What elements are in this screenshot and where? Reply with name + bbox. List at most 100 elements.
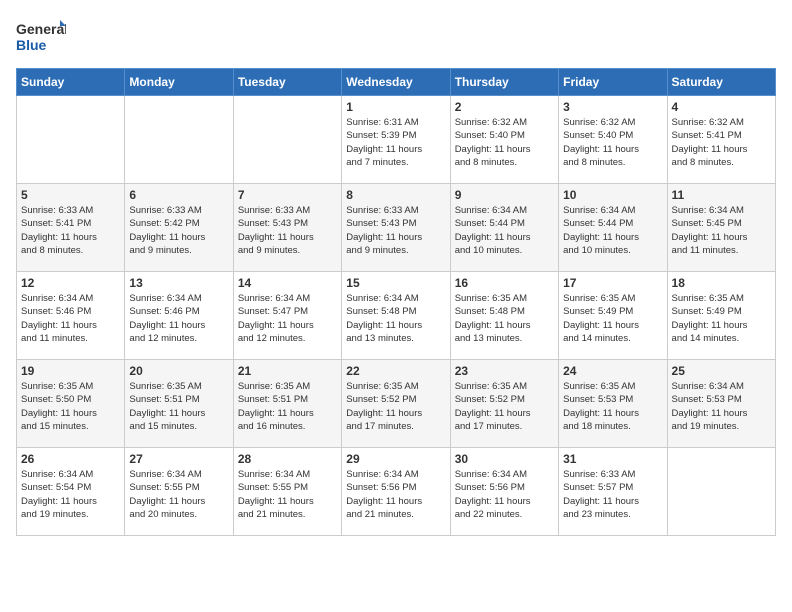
calendar-cell: 29 Sunrise: 6:34 AM Sunset: 5:56 PM Dayli… xyxy=(342,448,450,536)
day-number: 30 xyxy=(455,452,554,466)
day-info: Sunrise: 6:35 AM Sunset: 5:49 PM Dayligh… xyxy=(563,292,662,345)
calendar-cell: 14 Sunrise: 6:34 AM Sunset: 5:47 PM Dayli… xyxy=(233,272,341,360)
day-info: Sunrise: 6:34 AM Sunset: 5:47 PM Dayligh… xyxy=(238,292,337,345)
day-number: 9 xyxy=(455,188,554,202)
calendar-cell: 16 Sunrise: 6:35 AM Sunset: 5:48 PM Dayli… xyxy=(450,272,558,360)
day-number: 2 xyxy=(455,100,554,114)
day-number: 12 xyxy=(21,276,120,290)
calendar-cell: 20 Sunrise: 6:35 AM Sunset: 5:51 PM Dayli… xyxy=(125,360,233,448)
day-number: 31 xyxy=(563,452,662,466)
weekday-header-wednesday: Wednesday xyxy=(342,69,450,96)
calendar-cell: 13 Sunrise: 6:34 AM Sunset: 5:46 PM Dayli… xyxy=(125,272,233,360)
calendar-week-row: 12 Sunrise: 6:34 AM Sunset: 5:46 PM Dayli… xyxy=(17,272,776,360)
calendar-cell: 28 Sunrise: 6:34 AM Sunset: 5:55 PM Dayli… xyxy=(233,448,341,536)
calendar-cell: 7 Sunrise: 6:33 AM Sunset: 5:43 PM Daylig… xyxy=(233,184,341,272)
calendar-cell: 22 Sunrise: 6:35 AM Sunset: 5:52 PM Dayli… xyxy=(342,360,450,448)
day-number: 21 xyxy=(238,364,337,378)
day-number: 5 xyxy=(21,188,120,202)
day-number: 16 xyxy=(455,276,554,290)
weekday-header-row: SundayMondayTuesdayWednesdayThursdayFrid… xyxy=(17,69,776,96)
day-number: 13 xyxy=(129,276,228,290)
weekday-header-sunday: Sunday xyxy=(17,69,125,96)
calendar-cell: 30 Sunrise: 6:34 AM Sunset: 5:56 PM Dayli… xyxy=(450,448,558,536)
day-info: Sunrise: 6:31 AM Sunset: 5:39 PM Dayligh… xyxy=(346,116,445,169)
day-info: Sunrise: 6:35 AM Sunset: 5:51 PM Dayligh… xyxy=(129,380,228,433)
day-number: 8 xyxy=(346,188,445,202)
day-number: 24 xyxy=(563,364,662,378)
calendar-week-row: 5 Sunrise: 6:33 AM Sunset: 5:41 PM Daylig… xyxy=(17,184,776,272)
day-info: Sunrise: 6:32 AM Sunset: 5:41 PM Dayligh… xyxy=(672,116,771,169)
day-info: Sunrise: 6:35 AM Sunset: 5:50 PM Dayligh… xyxy=(21,380,120,433)
day-number: 17 xyxy=(563,276,662,290)
day-number: 4 xyxy=(672,100,771,114)
day-info: Sunrise: 6:32 AM Sunset: 5:40 PM Dayligh… xyxy=(455,116,554,169)
calendar-cell: 9 Sunrise: 6:34 AM Sunset: 5:44 PM Daylig… xyxy=(450,184,558,272)
calendar-cell xyxy=(125,96,233,184)
day-number: 14 xyxy=(238,276,337,290)
day-number: 3 xyxy=(563,100,662,114)
svg-text:Blue: Blue xyxy=(16,37,47,53)
day-info: Sunrise: 6:35 AM Sunset: 5:52 PM Dayligh… xyxy=(455,380,554,433)
day-info: Sunrise: 6:34 AM Sunset: 5:56 PM Dayligh… xyxy=(455,468,554,521)
day-number: 20 xyxy=(129,364,228,378)
day-number: 11 xyxy=(672,188,771,202)
calendar-cell: 2 Sunrise: 6:32 AM Sunset: 5:40 PM Daylig… xyxy=(450,96,558,184)
day-info: Sunrise: 6:33 AM Sunset: 5:43 PM Dayligh… xyxy=(238,204,337,257)
day-info: Sunrise: 6:34 AM Sunset: 5:46 PM Dayligh… xyxy=(21,292,120,345)
day-info: Sunrise: 6:34 AM Sunset: 5:44 PM Dayligh… xyxy=(563,204,662,257)
logo-svg: General Blue xyxy=(16,16,66,58)
day-info: Sunrise: 6:35 AM Sunset: 5:48 PM Dayligh… xyxy=(455,292,554,345)
calendar-cell: 3 Sunrise: 6:32 AM Sunset: 5:40 PM Daylig… xyxy=(559,96,667,184)
weekday-header-monday: Monday xyxy=(125,69,233,96)
calendar-cell: 27Sunrise: 6:34 AM Sunset: 5:55 PM Dayli… xyxy=(125,448,233,536)
day-number: 26 xyxy=(21,452,120,466)
day-number: 19 xyxy=(21,364,120,378)
calendar-cell: 26Sunrise: 6:34 AM Sunset: 5:54 PM Dayli… xyxy=(17,448,125,536)
day-info: Sunrise: 6:35 AM Sunset: 5:52 PM Dayligh… xyxy=(346,380,445,433)
calendar-cell: 18Sunrise: 6:35 AM Sunset: 5:49 PM Dayli… xyxy=(667,272,775,360)
day-info: Sunrise: 6:34 AM Sunset: 5:45 PM Dayligh… xyxy=(672,204,771,257)
calendar-cell: 6 Sunrise: 6:33 AM Sunset: 5:42 PM Daylig… xyxy=(125,184,233,272)
page-header: General Blue xyxy=(16,16,776,58)
calendar-cell: 19 Sunrise: 6:35 AM Sunset: 5:50 PM Dayli… xyxy=(17,360,125,448)
calendar-cell: 21 Sunrise: 6:35 AM Sunset: 5:51 PM Dayli… xyxy=(233,360,341,448)
day-number: 1 xyxy=(346,100,445,114)
weekday-header-friday: Friday xyxy=(559,69,667,96)
day-info: Sunrise: 6:33 AM Sunset: 5:57 PM Dayligh… xyxy=(563,468,662,521)
day-info: Sunrise: 6:34 AM Sunset: 5:56 PM Dayligh… xyxy=(346,468,445,521)
day-number: 7 xyxy=(238,188,337,202)
calendar-cell: 4 Sunrise: 6:32 AM Sunset: 5:41 PM Daylig… xyxy=(667,96,775,184)
day-number: 27 xyxy=(129,452,228,466)
day-info: Sunrise: 6:33 AM Sunset: 5:41 PM Dayligh… xyxy=(21,204,120,257)
day-number: 25 xyxy=(672,364,771,378)
day-info: Sunrise: 6:34 AM Sunset: 5:55 PM Dayligh… xyxy=(238,468,337,521)
calendar-cell: 31 Sunrise: 6:33 AM Sunset: 5:57 PM Dayli… xyxy=(559,448,667,536)
calendar-cell xyxy=(17,96,125,184)
day-number: 28 xyxy=(238,452,337,466)
day-number: 22 xyxy=(346,364,445,378)
day-info: Sunrise: 6:32 AM Sunset: 5:40 PM Dayligh… xyxy=(563,116,662,169)
calendar-cell: 11 Sunrise: 6:34 AM Sunset: 5:45 PM Dayli… xyxy=(667,184,775,272)
calendar-cell: 12 Sunrise: 6:34 AM Sunset: 5:46 PM Dayli… xyxy=(17,272,125,360)
calendar-cell: 23Sunrise: 6:35 AM Sunset: 5:52 PM Dayli… xyxy=(450,360,558,448)
day-info: Sunrise: 6:34 AM Sunset: 5:44 PM Dayligh… xyxy=(455,204,554,257)
day-number: 18 xyxy=(672,276,771,290)
day-info: Sunrise: 6:33 AM Sunset: 5:43 PM Dayligh… xyxy=(346,204,445,257)
weekday-header-thursday: Thursday xyxy=(450,69,558,96)
day-number: 6 xyxy=(129,188,228,202)
day-info: Sunrise: 6:33 AM Sunset: 5:42 PM Dayligh… xyxy=(129,204,228,257)
day-info: Sunrise: 6:34 AM Sunset: 5:53 PM Dayligh… xyxy=(672,380,771,433)
calendar-cell: 5 Sunrise: 6:33 AM Sunset: 5:41 PM Daylig… xyxy=(17,184,125,272)
logo: General Blue xyxy=(16,16,66,58)
day-number: 29 xyxy=(346,452,445,466)
day-info: Sunrise: 6:34 AM Sunset: 5:46 PM Dayligh… xyxy=(129,292,228,345)
day-info: Sunrise: 6:35 AM Sunset: 5:51 PM Dayligh… xyxy=(238,380,337,433)
calendar-cell: 25 Sunrise: 6:34 AM Sunset: 5:53 PM Dayli… xyxy=(667,360,775,448)
day-info: Sunrise: 6:35 AM Sunset: 5:53 PM Dayligh… xyxy=(563,380,662,433)
weekday-header-tuesday: Tuesday xyxy=(233,69,341,96)
weekday-header-saturday: Saturday xyxy=(667,69,775,96)
calendar-cell: 15Sunrise: 6:34 AM Sunset: 5:48 PM Dayli… xyxy=(342,272,450,360)
calendar-week-row: 1 Sunrise: 6:31 AM Sunset: 5:39 PM Daylig… xyxy=(17,96,776,184)
day-number: 10 xyxy=(563,188,662,202)
calendar-week-row: 26Sunrise: 6:34 AM Sunset: 5:54 PM Dayli… xyxy=(17,448,776,536)
